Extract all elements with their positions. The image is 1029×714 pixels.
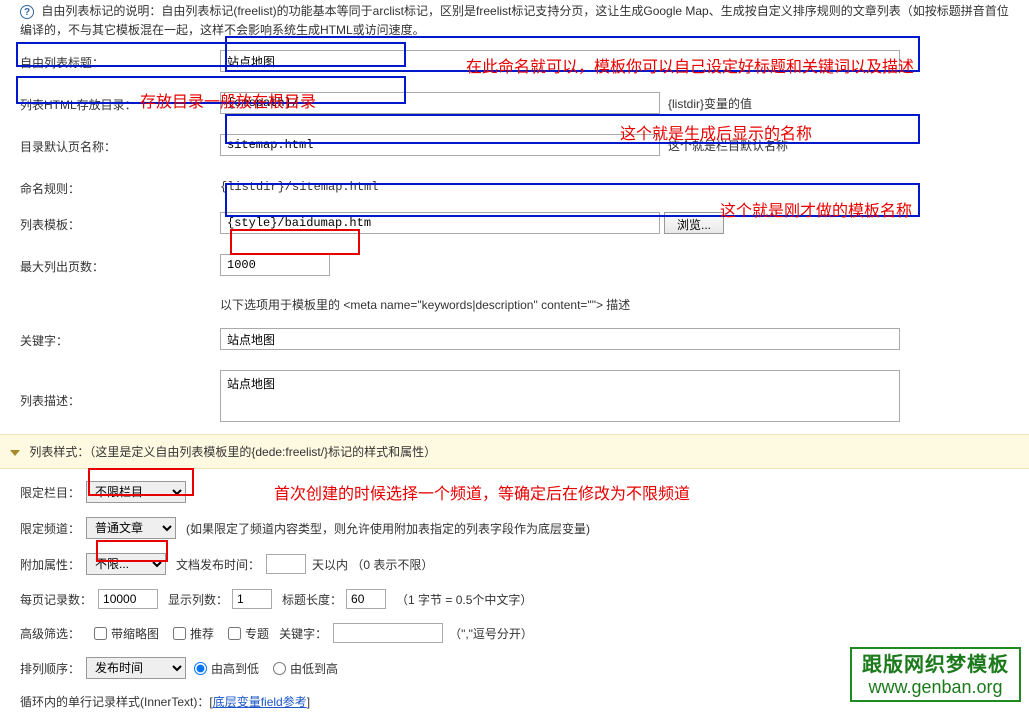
label-template: 列表模板： bbox=[20, 212, 220, 233]
main-form: ? 自由列表标记的说明：自由列表标记(freelist)的功能基本等同于arcl… bbox=[0, 0, 1029, 710]
description-textarea[interactable] bbox=[220, 370, 900, 422]
sort-asc-radio[interactable] bbox=[273, 662, 286, 675]
naming-rule-value: {listdir}/sitemap.html bbox=[220, 176, 1019, 194]
topic-label: 专题 bbox=[245, 625, 269, 642]
watermark-line1: 跟版网织梦模板 bbox=[862, 653, 1009, 677]
pub-time-suffix: 天以内 （0 表示不限） bbox=[312, 556, 433, 573]
section-style-header: 列表样式：（这里是定义自由列表模板里的{dede:freelist/}标记的样式… bbox=[0, 434, 1029, 469]
title-input[interactable] bbox=[220, 50, 900, 72]
title-len-suffix: （1 字节 = 0.5个中文字） bbox=[396, 591, 532, 608]
label-adv-filter: 高级筛选： bbox=[20, 625, 80, 642]
default-page-input[interactable] bbox=[220, 134, 660, 156]
rec-label: 推荐 bbox=[190, 625, 214, 642]
label-limit-channel: 限定频道： bbox=[20, 520, 80, 537]
attr-select[interactable]: 不限... bbox=[86, 553, 166, 575]
label-inner-text: 循环内的单行记录样式(InnerText)：[ bbox=[20, 693, 213, 710]
keywords-input[interactable] bbox=[220, 328, 900, 350]
sort-select[interactable]: 发布时间 bbox=[86, 657, 186, 679]
section-style-title: 列表样式：（这里是定义自由列表模板里的{dede:freelist/}标记的样式… bbox=[29, 445, 436, 459]
pub-time-input[interactable] bbox=[266, 554, 306, 574]
intro-content: 自由列表标记的说明：自由列表标记(freelist)的功能基本等同于arclis… bbox=[20, 4, 1009, 37]
limit-channel-hint: (如果限定了频道内容类型，则允许使用附加表指定的列表字段作为底层变量) bbox=[186, 520, 590, 537]
thumb-checkbox[interactable] bbox=[94, 627, 107, 640]
sort-asc-label: 由低到高 bbox=[290, 660, 338, 677]
sort-desc-radio[interactable] bbox=[194, 662, 207, 675]
meta-note: 以下选项用于模板里的 <meta name="keywords|descript… bbox=[220, 296, 1019, 313]
watermark-line2: www.genban.org bbox=[862, 677, 1009, 699]
cols-input[interactable] bbox=[232, 589, 272, 609]
per-page-input[interactable] bbox=[98, 589, 158, 609]
intro-text: ? 自由列表标记的说明：自由列表标记(freelist)的功能基本等同于arcl… bbox=[20, 2, 1019, 40]
label-keywords: 关键字： bbox=[20, 328, 220, 349]
dir-hint: {listdir}变量的值 bbox=[668, 95, 752, 112]
label-attr: 附加属性： bbox=[20, 556, 80, 573]
limit-channel-select[interactable]: 普通文章 bbox=[86, 517, 176, 539]
rec-checkbox[interactable] bbox=[173, 627, 186, 640]
keyword-filter-suffix: （","逗号分开） bbox=[449, 625, 533, 642]
sort-desc-label: 由高到低 bbox=[211, 660, 259, 677]
browse-button[interactable]: 浏览... bbox=[664, 212, 724, 234]
label-max-pages: 最大列出页数： bbox=[20, 254, 220, 275]
label-title: 自由列表标题： bbox=[20, 50, 220, 71]
label-sort: 排列顺序： bbox=[20, 660, 80, 677]
topic-checkbox[interactable] bbox=[228, 627, 241, 640]
label-title-len: 标题长度： bbox=[282, 591, 342, 608]
default-page-hint: 这个就是栏目默认名称 bbox=[668, 137, 788, 154]
dir-input[interactable] bbox=[220, 92, 660, 114]
label-limit-column: 限定栏目： bbox=[20, 484, 80, 501]
label-description: 列表描述： bbox=[20, 370, 220, 409]
field-reference-link[interactable]: 底层变量field参考 bbox=[213, 693, 307, 710]
label-dir: 列表HTML存放目录： bbox=[20, 92, 220, 113]
watermark-badge: 跟版网织梦模板 www.genban.org bbox=[850, 647, 1021, 703]
title-len-input[interactable] bbox=[346, 589, 386, 609]
template-input[interactable] bbox=[220, 212, 660, 234]
keyword-filter-input[interactable] bbox=[333, 623, 443, 643]
label-pub-time: 文档发布时间： bbox=[176, 556, 260, 573]
max-pages-input[interactable] bbox=[220, 254, 330, 276]
label-per-page: 每页记录数： bbox=[20, 591, 92, 608]
help-icon: ? bbox=[20, 5, 34, 19]
chevron-down-icon bbox=[10, 450, 20, 456]
label-default-page: 目录默认页名称： bbox=[20, 134, 220, 155]
label-keyword-filter: 关键字： bbox=[279, 625, 327, 642]
thumb-label: 带缩略图 bbox=[111, 625, 159, 642]
label-naming-rule: 命名规则： bbox=[20, 176, 220, 197]
label-cols: 显示列数： bbox=[168, 591, 228, 608]
inner-text-close: ] bbox=[307, 695, 310, 709]
limit-column-select[interactable]: 不限栏目... bbox=[86, 481, 186, 503]
